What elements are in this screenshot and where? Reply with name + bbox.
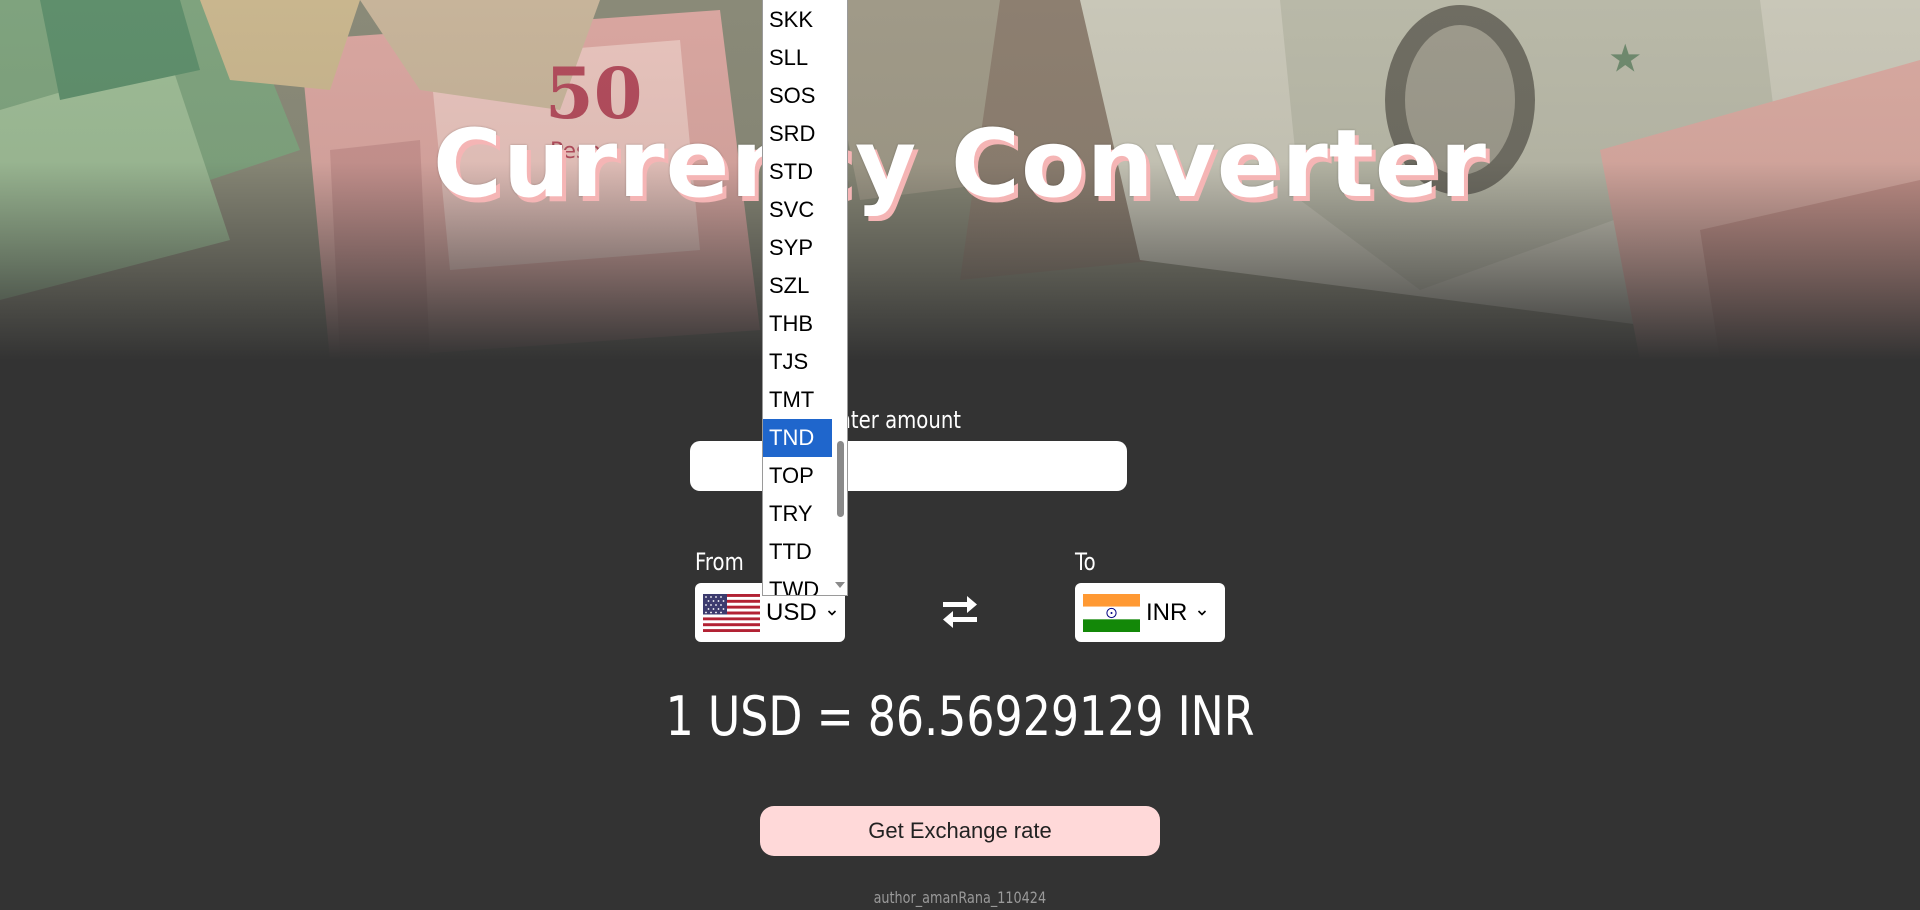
dropdown-option-tnd[interactable]: TND xyxy=(763,419,833,457)
from-currency-value: USD xyxy=(766,598,817,626)
author-credit: author_amanRana_110424 xyxy=(0,888,1920,907)
dropdown-option-top[interactable]: TOP xyxy=(763,457,833,495)
page-title: Currency Converter xyxy=(433,110,1487,219)
dropdown-option-twd[interactable]: TWD xyxy=(763,571,833,595)
to-label: To xyxy=(1075,548,1096,576)
dropdown-option-sll[interactable]: SLL xyxy=(763,39,833,77)
dropdown-option-std[interactable]: STD xyxy=(763,153,833,191)
author-credit-text: author_amanRana_110424 xyxy=(873,888,1047,907)
hero-banner: 50 Pesos ★ Currency Converter xyxy=(0,0,1920,360)
dropdown-options: SKK SLL SOS SRD STD SVC SYP SZL THB TJS TMT TND TOP T… xyxy=(763,1,833,595)
dropdown-option-try[interactable]: TRY xyxy=(763,495,833,533)
dropdown-option-srd[interactable]: SRD xyxy=(763,115,833,153)
dropdown-scrollbar[interactable] xyxy=(832,0,847,595)
to-currency-value: INR xyxy=(1146,598,1188,626)
dropdown-option-thb[interactable]: THB xyxy=(763,305,833,343)
to-currency-select[interactable]: INR xyxy=(1075,583,1225,642)
dropdown-option-tjs[interactable]: TJS xyxy=(763,343,833,381)
scroll-down-arrow-icon[interactable] xyxy=(835,582,845,588)
amount-input[interactable] xyxy=(690,441,1127,491)
from-label: From xyxy=(695,548,744,576)
dropdown-option-sos[interactable]: SOS xyxy=(763,77,833,115)
currency-dropdown-list[interactable]: SKK SLL SOS SRD STD SVC SYP SZL THB TJS TMT TND TOP T… xyxy=(762,0,848,596)
exchange-result: 1 USD = 86.56929129 INR xyxy=(0,690,1920,744)
dropdown-option-szl[interactable]: SZL xyxy=(763,267,833,305)
dropdown-option-syp[interactable]: SYP xyxy=(763,229,833,267)
dropdown-option-ttd[interactable]: TTD xyxy=(763,533,833,571)
chevron-down-icon xyxy=(827,609,836,616)
get-exchange-rate-button[interactable]: Get Exchange rate xyxy=(760,806,1160,856)
page: 50 Pesos ★ Currency Converter Enter amou… xyxy=(0,0,1920,910)
dropdown-option-svc[interactable]: SVC xyxy=(763,191,833,229)
us-flag-icon xyxy=(703,593,760,632)
india-flag-icon xyxy=(1083,593,1140,632)
chevron-down-icon xyxy=(1198,609,1207,616)
exchange-result-text: 1 USD = 86.56929129 INR xyxy=(665,685,1255,748)
swap-arrows-icon[interactable] xyxy=(940,594,980,630)
scrollbar-thumb[interactable] xyxy=(837,441,844,517)
dropdown-option-skk[interactable]: SKK xyxy=(763,1,833,39)
dropdown-option-tmt[interactable]: TMT xyxy=(763,381,833,419)
